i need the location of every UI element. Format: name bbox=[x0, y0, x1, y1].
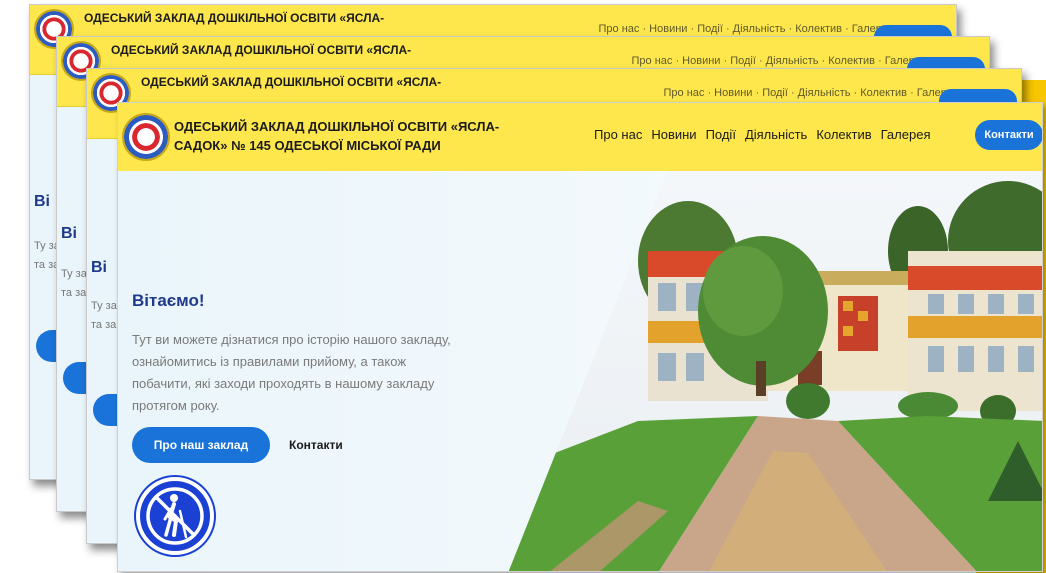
about-button[interactable]: Про наш заклад bbox=[132, 427, 270, 463]
main-nav: Про нас Новини Події Діяльність Колектив… bbox=[594, 127, 930, 142]
site-title: ОДЕСЬКИЙ ЗАКЛАД ДОШКІЛЬНОЇ ОСВІТИ «ЯСЛА- bbox=[111, 43, 412, 57]
nav-item-staff[interactable]: Колектив bbox=[816, 127, 871, 142]
building-photo-illustration bbox=[508, 171, 1042, 571]
nav-menu-faded: Про нас · Новини · Події · Діяльність · … bbox=[663, 87, 960, 99]
nav-item-about[interactable]: Про нас bbox=[594, 127, 642, 142]
nav-item-events[interactable]: Події bbox=[706, 127, 736, 142]
nav-menu-faded: Про нас · Новини · Події · Діяльність · … bbox=[598, 23, 895, 35]
kindergarten-building-photo bbox=[508, 171, 1042, 571]
nav-item-activities[interactable]: Діяльність bbox=[745, 127, 807, 142]
accessibility-button[interactable] bbox=[136, 477, 214, 555]
site-title: ОДЕСЬКИЙ ЗАКЛАД ДОШКІЛЬНОЇ ОСВІТИ «ЯСЛА- bbox=[141, 75, 442, 89]
hero-greeting: Ві bbox=[34, 193, 50, 210]
nav-menu-faded: Про нас · Новини · Події · Діяльність · … bbox=[631, 55, 928, 67]
contacts-button[interactable]: Контакти bbox=[975, 120, 1042, 150]
accessibility-cane-icon bbox=[146, 487, 204, 545]
nav-item-news[interactable]: Новини bbox=[651, 127, 696, 142]
site-header: ОДЕСЬКИЙ ЗАКЛАД ДОШКІЛЬНОЇ ОСВІТИ «ЯСЛА-… bbox=[118, 103, 1042, 171]
hero-greeting: Ві bbox=[91, 259, 107, 276]
contacts-link[interactable]: Контакти bbox=[289, 438, 343, 452]
nav-item-gallery[interactable]: Галерея bbox=[881, 127, 931, 142]
institution-emblem-icon[interactable] bbox=[122, 113, 170, 161]
hero-section: Вітаємо! Тут ви можете дізнатися про іст… bbox=[118, 171, 1042, 571]
hero-greeting: Вітаємо! bbox=[132, 291, 205, 310]
hero-greeting: Ві bbox=[61, 225, 77, 242]
site-title: ОДЕСЬКИЙ ЗАКЛАД ДОШКІЛЬНОЇ ОСВІТИ «ЯСЛА- bbox=[84, 11, 385, 25]
browser-card-front: ОДЕСЬКИЙ ЗАКЛАД ДОШКІЛЬНОЇ ОСВІТИ «ЯСЛА-… bbox=[117, 102, 1043, 572]
site-title: ОДЕСЬКИЙ ЗАКЛАД ДОШКІЛЬНОЇ ОСВІТИ «ЯСЛА-… bbox=[174, 119, 500, 153]
hero-paragraph: Тут ви можете дізнатися про історію нашо… bbox=[132, 332, 451, 413]
screenshot-stack-scene: ОДЕСЬКИЙ ЗАКЛАД ДОШКІЛЬНОЇ ОСВІТИ «ЯСЛА-… bbox=[0, 0, 1046, 573]
